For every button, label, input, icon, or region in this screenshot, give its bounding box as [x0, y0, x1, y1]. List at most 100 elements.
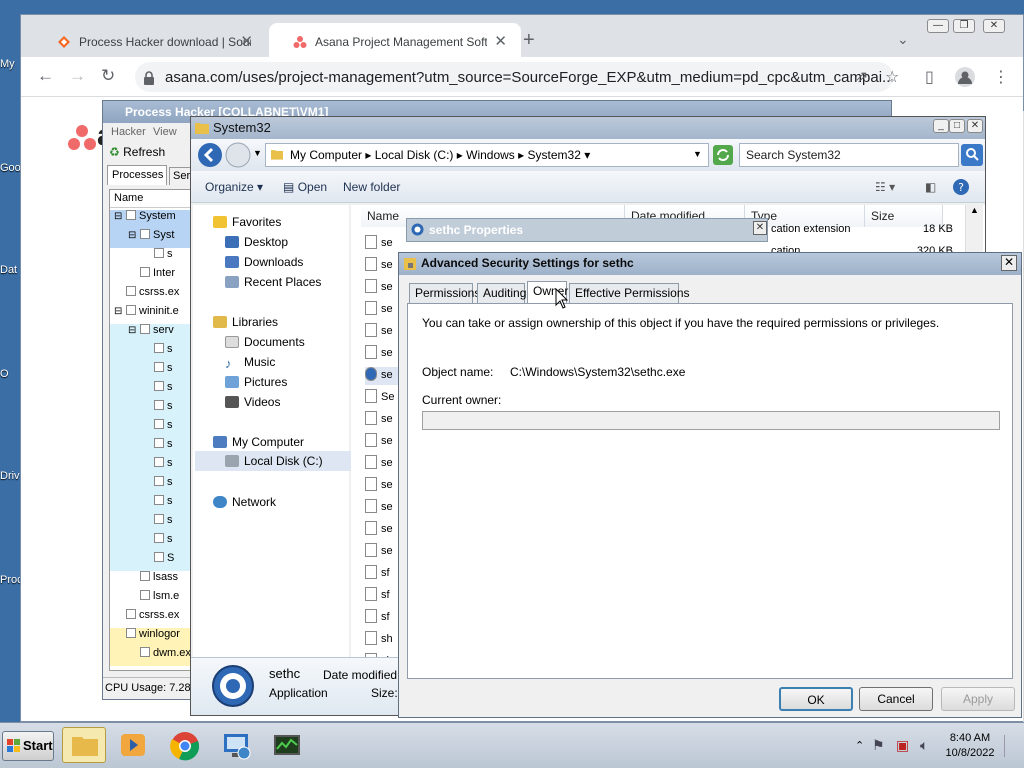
lock-icon[interactable]: [143, 71, 155, 85]
asana-logo[interactable]: [67, 123, 97, 153]
help-icon[interactable]: ?: [953, 179, 969, 195]
process-row[interactable]: s: [110, 343, 194, 362]
process-row[interactable]: s: [110, 533, 194, 552]
side-panel-icon[interactable]: ▯: [925, 67, 934, 87]
nav-documents[interactable]: Documents: [225, 335, 305, 349]
nav-favorites[interactable]: Favorites: [213, 215, 281, 229]
address-breadcrumb[interactable]: My Computer ▸ Local Disk (C:) ▸ Windows …: [265, 143, 709, 167]
refresh-icon[interactable]: [713, 145, 733, 165]
process-row[interactable]: Inter: [110, 267, 194, 286]
process-row[interactable]: s: [110, 400, 194, 419]
nav-libraries[interactable]: Libraries: [213, 315, 278, 329]
maximize-button[interactable]: □: [949, 119, 965, 133]
taskbar-media-player-button[interactable]: [112, 727, 156, 763]
nav-downloads[interactable]: Downloads: [225, 255, 303, 269]
preview-pane-icon[interactable]: ◧: [925, 180, 936, 194]
process-row[interactable]: ⊟ wininit.e: [110, 305, 194, 324]
nav-videos[interactable]: Videos: [225, 395, 280, 409]
process-row[interactable]: ⊟ Syst: [110, 229, 194, 248]
bookmark-star-icon[interactable]: ☆: [885, 67, 899, 87]
desktop-icon-label[interactable]: My: [0, 58, 15, 70]
restore-button[interactable]: ❐: [953, 19, 975, 33]
process-row[interactable]: winlogor: [110, 628, 194, 647]
desktop-icon-label[interactable]: Dat: [0, 264, 17, 276]
refresh-button[interactable]: ♻ Refresh: [109, 145, 165, 159]
expand-collapse-icon[interactable]: ⊟: [128, 325, 140, 336]
nav-recent-places[interactable]: Recent Places: [225, 275, 321, 289]
tab-asana[interactable]: Asana Project Management Softwar ✕: [269, 23, 521, 57]
navigation-pane[interactable]: Favorites Desktop Downloads Recent Place…: [193, 205, 351, 657]
nav-music[interactable]: ♪ Music: [225, 355, 275, 371]
process-row[interactable]: s: [110, 457, 194, 476]
volume-icon[interactable]: 🔈︎: [920, 737, 928, 754]
close-window-button[interactable]: ✕: [967, 119, 983, 133]
close-window-button[interactable]: ✕: [983, 19, 1005, 33]
process-tree[interactable]: Name ⊟ System ⊟ Syst s Inter csrss.ex ⊟ wininit.…: [109, 189, 195, 671]
taskbar-chrome-button[interactable]: [164, 727, 208, 763]
search-icon[interactable]: [961, 144, 983, 166]
forward-button-icon[interactable]: [225, 142, 251, 168]
process-row[interactable]: ⊟ serv: [110, 324, 194, 343]
current-owner-field[interactable]: [422, 411, 1000, 430]
breadcrumb-local-disk[interactable]: Local Disk (C:): [375, 148, 454, 162]
menu-hacker[interactable]: Hacker: [111, 126, 146, 138]
desktop-icon-label[interactable]: Goo: [0, 162, 21, 174]
history-dropdown-icon[interactable]: ▼: [253, 148, 262, 158]
forward-arrow-icon[interactable]: →: [69, 66, 86, 86]
breadcrumb-system32[interactable]: System32: [528, 148, 581, 162]
nav-desktop[interactable]: Desktop: [225, 235, 288, 249]
ok-button[interactable]: OK: [779, 687, 853, 711]
reload-icon[interactable]: ↻: [101, 66, 115, 86]
process-row[interactable]: S: [110, 552, 194, 571]
new-tab-button[interactable]: +: [523, 29, 535, 52]
start-button[interactable]: Start: [2, 731, 54, 761]
process-row[interactable]: s: [110, 438, 194, 457]
address-dropdown-icon[interactable]: ▼: [693, 149, 702, 159]
close-tab-icon[interactable]: ✕: [240, 32, 253, 50]
nav-local-disk[interactable]: Local Disk (C:): [195, 451, 351, 471]
process-row[interactable]: s: [110, 381, 194, 400]
process-row[interactable]: s: [110, 514, 194, 533]
apply-button[interactable]: Apply: [941, 687, 1015, 711]
back-button-icon[interactable]: [197, 142, 223, 168]
nav-network[interactable]: Network: [213, 495, 276, 509]
profile-avatar-icon[interactable]: [955, 67, 975, 87]
tab-auditing[interactable]: Auditing: [477, 283, 526, 303]
column-header-name[interactable]: Name: [110, 190, 194, 208]
close-dialog-button[interactable]: ✕: [1001, 255, 1017, 271]
expand-collapse-icon[interactable]: ⊟: [128, 230, 140, 241]
nav-pictures[interactable]: Pictures: [225, 375, 287, 389]
process-row[interactable]: lsass: [110, 571, 194, 590]
minimize-button[interactable]: —: [927, 19, 949, 33]
process-row[interactable]: lsm.e: [110, 590, 194, 609]
back-arrow-icon[interactable]: ←: [37, 66, 54, 86]
view-options-icon[interactable]: ☷ ▾: [875, 180, 895, 194]
desktop-icon-label[interactable]: Driv: [0, 470, 20, 482]
tab-process-hacker[interactable]: Process Hacker download | SourceF ✕: [33, 23, 267, 57]
taskbar-explorer-button[interactable]: [62, 727, 106, 763]
process-row[interactable]: ⊟ System: [110, 210, 194, 229]
process-row[interactable]: csrss.ex: [110, 286, 194, 305]
share-icon[interactable]: ⇗: [855, 67, 868, 87]
show-desktop-button[interactable]: [1004, 735, 1020, 757]
breadcrumb-windows[interactable]: Windows: [466, 148, 515, 162]
tab-effective-permissions[interactable]: Effective Permissions: [569, 283, 690, 303]
tab-services[interactable]: Ser: [169, 167, 191, 185]
action-center-icon[interactable]: ⚑: [872, 737, 885, 754]
expand-collapse-icon[interactable]: ⊟: [114, 211, 126, 222]
open-button[interactable]: ▤ Open: [283, 180, 327, 194]
process-row[interactable]: s: [110, 419, 194, 438]
menu-view[interactable]: View: [153, 126, 177, 138]
desktop-icon-label[interactable]: O: [0, 368, 9, 380]
organize-button[interactable]: Organize ▾: [205, 180, 263, 194]
system-clock[interactable]: 8:40 AM 10/8/2022: [944, 731, 996, 761]
process-row[interactable]: s: [110, 248, 194, 267]
taskbar-remote-desktop-button[interactable]: [216, 727, 260, 763]
process-row[interactable]: s: [110, 495, 194, 514]
tab-processes[interactable]: Processes: [107, 165, 167, 185]
process-row[interactable]: dwm.ex: [110, 647, 194, 666]
search-input[interactable]: Search System32: [739, 143, 959, 167]
process-row[interactable]: csrss.ex: [110, 609, 194, 628]
breadcrumb-my-computer[interactable]: My Computer: [290, 148, 362, 162]
cancel-button[interactable]: Cancel: [859, 687, 933, 711]
